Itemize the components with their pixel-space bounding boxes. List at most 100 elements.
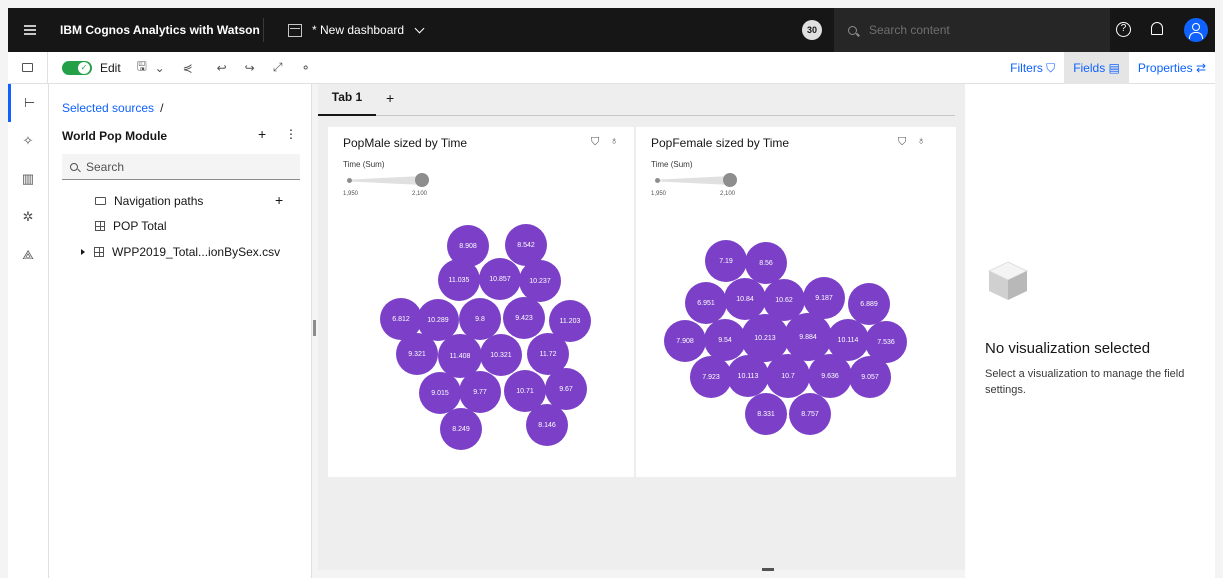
undo-icon[interactable]: ↩: [215, 61, 229, 75]
fields-label: Fields: [1073, 61, 1106, 75]
bubble-mark[interactable]: 11.035: [438, 259, 480, 301]
bubble-mark[interactable]: 9.057: [849, 356, 891, 398]
search-icon: [70, 162, 78, 171]
dashboard-title[interactable]: * New dashboard: [312, 23, 404, 37]
source-search-input[interactable]: [86, 159, 286, 174]
table-icon: [94, 247, 104, 257]
bubble-mark[interactable]: 10.237: [519, 260, 561, 302]
left-rail: ⊢ ✧ ▥ ✲ ⟁: [8, 84, 49, 578]
table-icon: [95, 221, 105, 231]
bubble-mark[interactable]: 10.7: [766, 354, 810, 398]
relationship-icon[interactable]: ⚬: [299, 61, 313, 75]
bottom-resize-handle[interactable]: [762, 568, 774, 571]
add-navigation-path-button[interactable]: +: [275, 192, 283, 208]
user-avatar[interactable]: [1184, 18, 1208, 42]
bubble-mark[interactable]: 6.889: [848, 283, 890, 325]
user-icon: [1189, 23, 1203, 39]
dashboard-canvas: Tab 1 + PopMale sized by Time ⛉ ♁ Time (…: [318, 84, 965, 570]
tree-item-label: POP Total: [113, 219, 167, 233]
filters-label: Filters: [1010, 61, 1043, 75]
module-title: World Pop Module: [62, 129, 168, 143]
caret-right-icon[interactable]: [81, 249, 85, 255]
filters-button[interactable]: Filters ⛉: [1001, 52, 1064, 84]
sources-icon[interactable]: ⊢: [8, 84, 48, 122]
properties-button[interactable]: Properties ⇄: [1129, 52, 1215, 84]
pin-icon[interactable]: ✧: [8, 122, 48, 160]
bubble-mark[interactable]: 9.636: [808, 354, 852, 398]
tab-1[interactable]: Tab 1: [318, 84, 376, 116]
folder-icon: [95, 197, 106, 205]
visualizations-icon[interactable]: ▥: [8, 160, 48, 198]
tab-bar: Tab 1 +: [318, 84, 965, 116]
bubble-mark[interactable]: 9.77: [459, 371, 501, 413]
bubble-mark[interactable]: 7.923: [690, 356, 732, 398]
tree-item-pop-total[interactable]: POP Total: [95, 219, 167, 233]
save-dropdown-icon[interactable]: ⌄: [153, 61, 167, 75]
bubble-mark[interactable]: 10.857: [479, 258, 521, 300]
widget-popmale[interactable]: PopMale sized by Time ⛉ ♁ Time (Sum) 1,9…: [328, 127, 634, 477]
notification-badge[interactable]: 30: [802, 20, 822, 40]
app-title: IBM Cognos Analytics with Watson: [52, 18, 264, 42]
properties-panel: No visualization selected Select a visua…: [965, 84, 1215, 578]
bubble-mark[interactable]: 6.951: [685, 282, 727, 324]
share-icon[interactable]: ⋞: [181, 61, 195, 75]
breadcrumb-selected-sources[interactable]: Selected sources: [62, 101, 154, 115]
properties-label: Properties: [1137, 61, 1193, 75]
source-search: [62, 154, 300, 180]
sources-panel: Selected sources/ World Pop Module + ⋮ N…: [49, 84, 312, 578]
empty-box-icon: [987, 261, 1029, 300]
bubble-mark[interactable]: 8.249: [440, 408, 482, 450]
tree-item-navigation-paths[interactable]: Navigation paths: [95, 194, 203, 208]
bubble-mark[interactable]: 10.113: [727, 355, 769, 397]
filter-icon: ⛉: [1046, 61, 1056, 75]
tree-item-label: Navigation paths: [114, 194, 204, 208]
size-legend-label: Time (Sum): [343, 160, 385, 169]
dashboard-icon: [288, 23, 302, 37]
legend-max-tick: 2,100: [412, 191, 428, 197]
widgets-icon[interactable]: ✲: [8, 198, 48, 236]
panel-resize-handle[interactable]: [313, 320, 316, 336]
save-icon[interactable]: 🖫: [135, 57, 149, 78]
bubble-mark[interactable]: 7.19: [705, 240, 747, 282]
size-legend-slider: [347, 173, 429, 187]
search-icon: [848, 25, 857, 35]
bubble-mark[interactable]: 9.423: [503, 297, 545, 339]
bubble-mark[interactable]: 8.146: [526, 404, 568, 446]
bubble-mark[interactable]: 7.908: [664, 320, 706, 362]
redo-icon[interactable]: ↪: [243, 61, 257, 75]
top-bar: IBM Cognos Analytics with Watson * New d…: [8, 8, 1215, 52]
filter-icon[interactable]: ⛉: [898, 136, 906, 149]
more-options-icon[interactable]: ⋮: [285, 127, 297, 141]
widget-title: PopMale sized by Time: [343, 136, 468, 150]
help-icon[interactable]: ?: [1116, 22, 1131, 37]
bubble-mark[interactable]: 8.56: [745, 242, 787, 284]
lightbulb-icon[interactable]: ♁: [917, 135, 925, 147]
filter-icon[interactable]: ⛉: [591, 136, 599, 149]
legend-min-tick: 1,950: [343, 191, 359, 197]
edit-toggle[interactable]: [62, 60, 92, 75]
search-input[interactable]: [869, 23, 1089, 37]
fullscreen-icon[interactable]: ⤢: [271, 60, 285, 75]
bubble-mark[interactable]: 8.331: [745, 393, 787, 435]
menu-icon[interactable]: [8, 8, 52, 52]
add-tab-button[interactable]: +: [386, 90, 394, 106]
widget-popfemale[interactable]: PopFemale sized by Time ⛉ ♁ Time (Sum) 1…: [636, 127, 956, 477]
bell-icon[interactable]: [1151, 22, 1163, 35]
add-source-button[interactable]: +: [258, 126, 266, 142]
size-legend-label: Time (Sum): [651, 160, 693, 169]
fields-button[interactable]: Fields ▤: [1064, 52, 1129, 84]
bubble-mark[interactable]: 9.321: [396, 333, 438, 375]
bubble-mark[interactable]: 10.321: [480, 334, 522, 376]
bubble-mark[interactable]: 8.757: [789, 393, 831, 435]
chevron-down-icon[interactable]: [414, 23, 425, 33]
legend-max-tick: 2,100: [720, 191, 736, 197]
lightbulb-icon[interactable]: ♁: [610, 135, 618, 147]
legend-min-tick: 1,950: [651, 191, 667, 197]
empty-state-title: No visualization selected: [985, 340, 1151, 357]
assistant-icon[interactable]: ⟁: [8, 236, 48, 274]
bubble-mark[interactable]: 9.54: [704, 319, 746, 361]
dashboard-toolbar: Edit 🖫 ⌄ ⋞ ↩ ↪ ⤢ ⚬ Filters ⛉ Fields ▤ Pr…: [8, 51, 1215, 84]
comment-icon[interactable]: [8, 51, 48, 84]
tab-divider: [376, 115, 955, 116]
tree-item-csv[interactable]: WPP2019_Total...ionBySex.csv: [81, 245, 280, 259]
